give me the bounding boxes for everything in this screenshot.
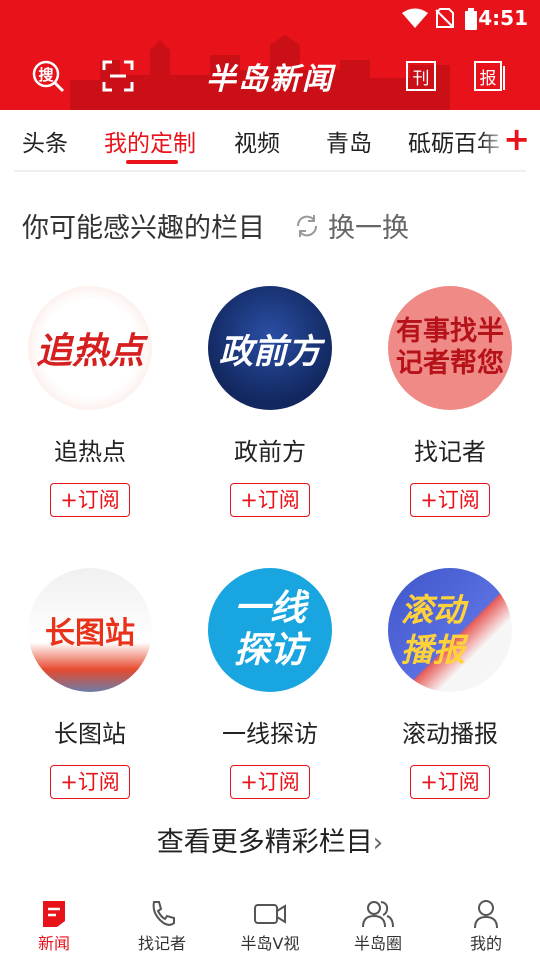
column-thumbnail[interactable]: 政前方 xyxy=(208,286,332,410)
column-card: 有事找半记者帮您 找记者 +订阅 xyxy=(360,286,540,517)
column-thumbnail[interactable]: 有事找半记者帮您 xyxy=(388,286,512,410)
nav-label: 找记者 xyxy=(137,934,186,953)
column-name: 一线探访 xyxy=(222,720,318,748)
thumbnail-text: 有事找半记者帮您 xyxy=(396,316,504,379)
column-card: 滚动播报 滚动播报 +订阅 xyxy=(360,568,540,799)
column-thumbnail[interactable]: 滚动播报 xyxy=(388,568,512,692)
subscribe-button[interactable]: +订阅 xyxy=(230,765,310,799)
subscribe-button[interactable]: +订阅 xyxy=(50,765,130,799)
video-icon xyxy=(254,904,286,924)
thumbnail-text: 一线探访 xyxy=(233,588,306,671)
column-name: 政前方 xyxy=(234,438,306,466)
thumbnail-text: 政前方 xyxy=(219,331,321,372)
tab-qingdao[interactable]: 青岛 xyxy=(326,124,372,158)
phone-icon xyxy=(152,901,175,926)
active-tab-indicator xyxy=(126,160,178,164)
tab-my-custom[interactable]: 我的定制 xyxy=(104,124,196,158)
subscribe-button[interactable]: +订阅 xyxy=(230,483,310,517)
nav-video[interactable]: 半岛V视 xyxy=(216,898,324,954)
column-thumbnail[interactable]: 长图站 xyxy=(28,568,152,692)
tab-headlines[interactable]: 头条 xyxy=(22,124,68,158)
top-bar: 4:51 搜 刊 报 半岛新闻 xyxy=(0,0,540,110)
nav-label: 我的 xyxy=(469,934,502,953)
nav-label: 新闻 xyxy=(37,934,70,953)
thumbnail-text: 追热点 xyxy=(35,331,144,372)
wifi-icon xyxy=(402,8,428,28)
column-name: 滚动播报 xyxy=(402,720,498,748)
nav-find-reporter[interactable]: 找记者 xyxy=(108,898,216,954)
thumbnail-text: 滚动播报 xyxy=(400,591,465,669)
nav-label: 半岛圈 xyxy=(353,934,402,953)
column-card: 政前方 政前方 +订阅 xyxy=(180,286,360,517)
tab-video[interactable]: 视频 xyxy=(234,124,280,158)
channel-tabs: 头条 我的定制 视频 青岛 砥砺百年 + xyxy=(0,110,540,170)
section-title: 你可能感兴趣的栏目 xyxy=(22,213,265,244)
profile-icon xyxy=(474,900,498,929)
nav-news[interactable]: 新闻 xyxy=(0,898,108,954)
nav-community[interactable]: 半岛圈 xyxy=(324,898,432,954)
app-logo: 半岛新闻 xyxy=(206,62,334,97)
add-channel-button[interactable]: + xyxy=(503,120,530,158)
chevron-right-icon: › xyxy=(372,828,384,858)
column-card: 一线探访 一线探访 +订阅 xyxy=(180,568,360,799)
divider xyxy=(14,170,526,172)
refresh-label: 换一换 xyxy=(328,213,409,244)
column-card: 长图站 长图站 +订阅 xyxy=(0,568,180,799)
bottom-nav: 新闻 找记者 半岛V视 半岛圈 我的 xyxy=(0,890,540,960)
more-columns-label: 查看更多精彩栏目 xyxy=(156,827,373,858)
column-name: 找记者 xyxy=(414,438,486,466)
column-thumbnail[interactable]: 追热点 xyxy=(28,286,152,410)
status-time: 4:51 xyxy=(478,6,528,30)
nav-label: 半岛V视 xyxy=(240,934,300,953)
battery-icon xyxy=(465,8,477,30)
column-name: 长图站 xyxy=(54,720,126,748)
thumbnail-text: 长图站 xyxy=(45,616,135,651)
community-icon xyxy=(362,901,394,928)
refresh-button[interactable]: 换一换 xyxy=(294,206,409,245)
nav-profile[interactable]: 我的 xyxy=(432,898,540,954)
subscribe-button[interactable]: +订阅 xyxy=(50,483,130,517)
subscribe-button[interactable]: +订阅 xyxy=(410,483,490,517)
column-thumbnail[interactable]: 一线探访 xyxy=(208,568,332,692)
subscribe-button[interactable]: +订阅 xyxy=(410,765,490,799)
no-sim-icon xyxy=(435,8,454,28)
news-icon xyxy=(43,901,65,927)
status-bar: 4:51 xyxy=(0,0,540,36)
more-columns-link[interactable]: 查看更多精彩栏目› xyxy=(0,820,540,859)
column-card: 追热点 追热点 +订阅 xyxy=(0,286,180,517)
column-name: 追热点 xyxy=(54,438,126,466)
refresh-icon xyxy=(296,214,318,237)
